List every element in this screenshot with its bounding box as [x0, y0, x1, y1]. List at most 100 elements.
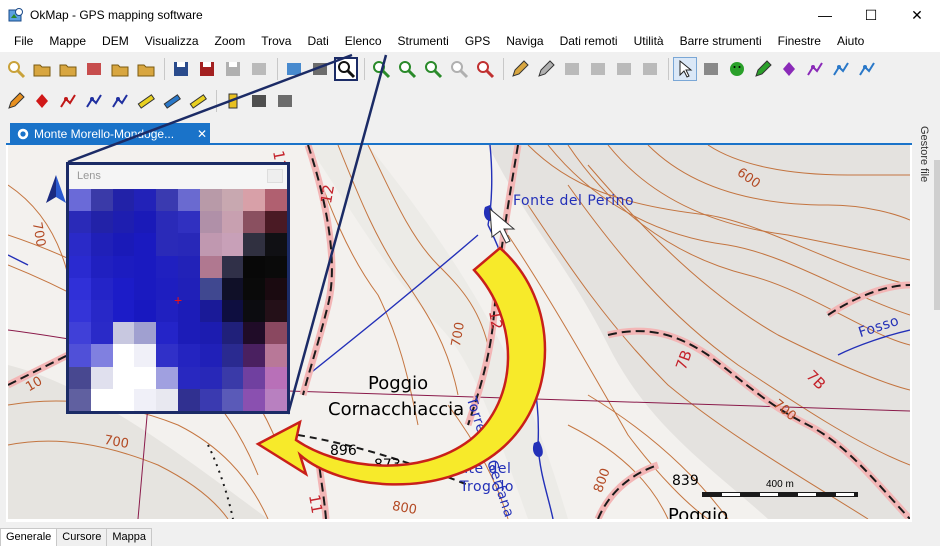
lens-pixel: [199, 233, 222, 256]
map-tool-button[interactable]: [82, 57, 106, 81]
open-folder-settings-icon: [59, 64, 77, 77]
trail-label-11-bottom: 11: [305, 493, 327, 515]
menu-file[interactable]: File: [6, 34, 41, 48]
save-disabled-button[interactable]: [221, 57, 245, 81]
open-folder-red-button[interactable]: [108, 57, 132, 81]
file-manager-panel: Gestore file: [912, 120, 940, 522]
lens-pixel: [221, 388, 244, 411]
pan-button[interactable]: [282, 57, 306, 81]
menu-barre-strumenti[interactable]: Barre strumenti: [672, 34, 770, 48]
copy-disabled-button[interactable]: [586, 57, 610, 81]
menu-dati[interactable]: Dati: [299, 34, 336, 48]
route-edit-button[interactable]: [108, 89, 132, 113]
menu-strumenti[interactable]: Strumenti: [390, 34, 457, 48]
route-blue-button[interactable]: [82, 89, 106, 113]
waypoints-button[interactable]: [777, 57, 801, 81]
menu-naviga[interactable]: Naviga: [498, 34, 551, 48]
menu-elenco[interactable]: Elenco: [337, 34, 390, 48]
app-logo-icon: [8, 7, 24, 23]
edit-disabled-button[interactable]: [534, 57, 558, 81]
close-tab-icon[interactable]: ✕: [194, 127, 210, 141]
lens-pixel: [112, 300, 135, 323]
minimize-button[interactable]: —: [802, 0, 848, 30]
lens-pixel: [221, 277, 244, 300]
document-tab[interactable]: Monte Morello-Mondoge... ✕: [10, 123, 210, 144]
ruler-blue-yellow-button[interactable]: [160, 89, 184, 113]
vertical-scrollbar[interactable]: [934, 160, 940, 310]
route-red-button[interactable]: [56, 89, 80, 113]
zoom-in-button[interactable]: [369, 57, 393, 81]
file-manager-tab[interactable]: Gestore file: [918, 126, 930, 182]
menu-zoom[interactable]: Zoom: [207, 34, 254, 48]
overview-button[interactable]: [308, 57, 332, 81]
lens-pixel: [199, 388, 222, 411]
lens-pixel: [243, 211, 266, 234]
lens-pixel: [112, 255, 135, 278]
menu-dem[interactable]: DEM: [94, 34, 137, 48]
lens-pixel: [69, 277, 91, 300]
menu-visualizza[interactable]: Visualizza: [137, 34, 207, 48]
lens-pixel: [156, 211, 178, 234]
properties-button[interactable]: [273, 89, 297, 113]
menu-dati-remoti[interactable]: Dati remoti: [552, 34, 626, 48]
menu-aiuto[interactable]: Aiuto: [829, 34, 872, 48]
zoom-1-1-button[interactable]: [473, 57, 497, 81]
find-map-button[interactable]: [4, 57, 28, 81]
open-folder-red-icon: [111, 64, 129, 77]
menu-gps[interactable]: GPS: [457, 34, 498, 48]
menu-mappe[interactable]: Mappe: [41, 34, 94, 48]
ruler-yellow-button[interactable]: [134, 89, 158, 113]
menu-finestre[interactable]: Finestre: [770, 34, 829, 48]
delete-disabled-button[interactable]: [612, 57, 636, 81]
zoom-in-icon: [373, 61, 391, 79]
edit-button[interactable]: [508, 57, 532, 81]
waypoint-red-button[interactable]: [30, 89, 54, 113]
track-edit-icon: [859, 62, 875, 76]
move-disabled-button[interactable]: [638, 57, 662, 81]
battery-button[interactable]: [221, 89, 245, 113]
tab-generale[interactable]: Generale: [0, 528, 58, 546]
pencil-orange-button[interactable]: [4, 89, 28, 113]
route-button[interactable]: [803, 57, 827, 81]
draw-green-button[interactable]: [751, 57, 775, 81]
lens-pixel: [177, 211, 200, 234]
lens-button[interactable]: [334, 57, 358, 81]
export-disabled-button[interactable]: [247, 57, 271, 81]
lens-pixel: [156, 322, 178, 345]
zoom-out-button[interactable]: [395, 57, 419, 81]
smiley-button[interactable]: [725, 57, 749, 81]
lens-pixel: [156, 233, 178, 256]
select-cursor-icon: [679, 59, 693, 78]
lens-pixel: [199, 211, 222, 234]
tab-mappa[interactable]: Mappa: [106, 528, 153, 546]
ruler-yellow-2-button[interactable]: [186, 89, 210, 113]
lens-pixel: [221, 189, 244, 212]
menu-utilita[interactable]: Utilità: [626, 34, 672, 48]
gps-pointer-button[interactable]: [247, 89, 271, 113]
track-edit-button[interactable]: [855, 57, 879, 81]
lens-pixel: [221, 344, 244, 367]
maximize-button[interactable]: ☐: [848, 0, 894, 30]
lens-pixel: [134, 189, 157, 212]
zoom-window-button[interactable]: [421, 57, 445, 81]
select-cursor-button[interactable]: [673, 57, 697, 81]
open-folder-button[interactable]: [134, 57, 158, 81]
lens-window[interactable]: Lens +: [66, 162, 290, 414]
measure-button[interactable]: [699, 57, 723, 81]
lens-pixel: [243, 277, 266, 300]
lens-pixel: [112, 277, 135, 300]
track-button[interactable]: [829, 57, 853, 81]
close-button[interactable]: ✕: [894, 0, 940, 30]
layer-disabled-button[interactable]: [560, 57, 584, 81]
tab-cursore[interactable]: Cursore: [56, 528, 108, 546]
zoom-scale-button[interactable]: [447, 57, 471, 81]
route-blue-icon: [86, 94, 102, 108]
lens-close-icon[interactable]: [267, 169, 283, 183]
open-folder-settings-button[interactable]: [56, 57, 80, 81]
lens-pixel: [221, 366, 244, 389]
menu-trova[interactable]: Trova: [253, 34, 299, 48]
save-button[interactable]: [169, 57, 193, 81]
save-all-button[interactable]: [195, 57, 219, 81]
map-tool-icon: [87, 63, 101, 75]
open-folder-map-button[interactable]: [30, 57, 54, 81]
